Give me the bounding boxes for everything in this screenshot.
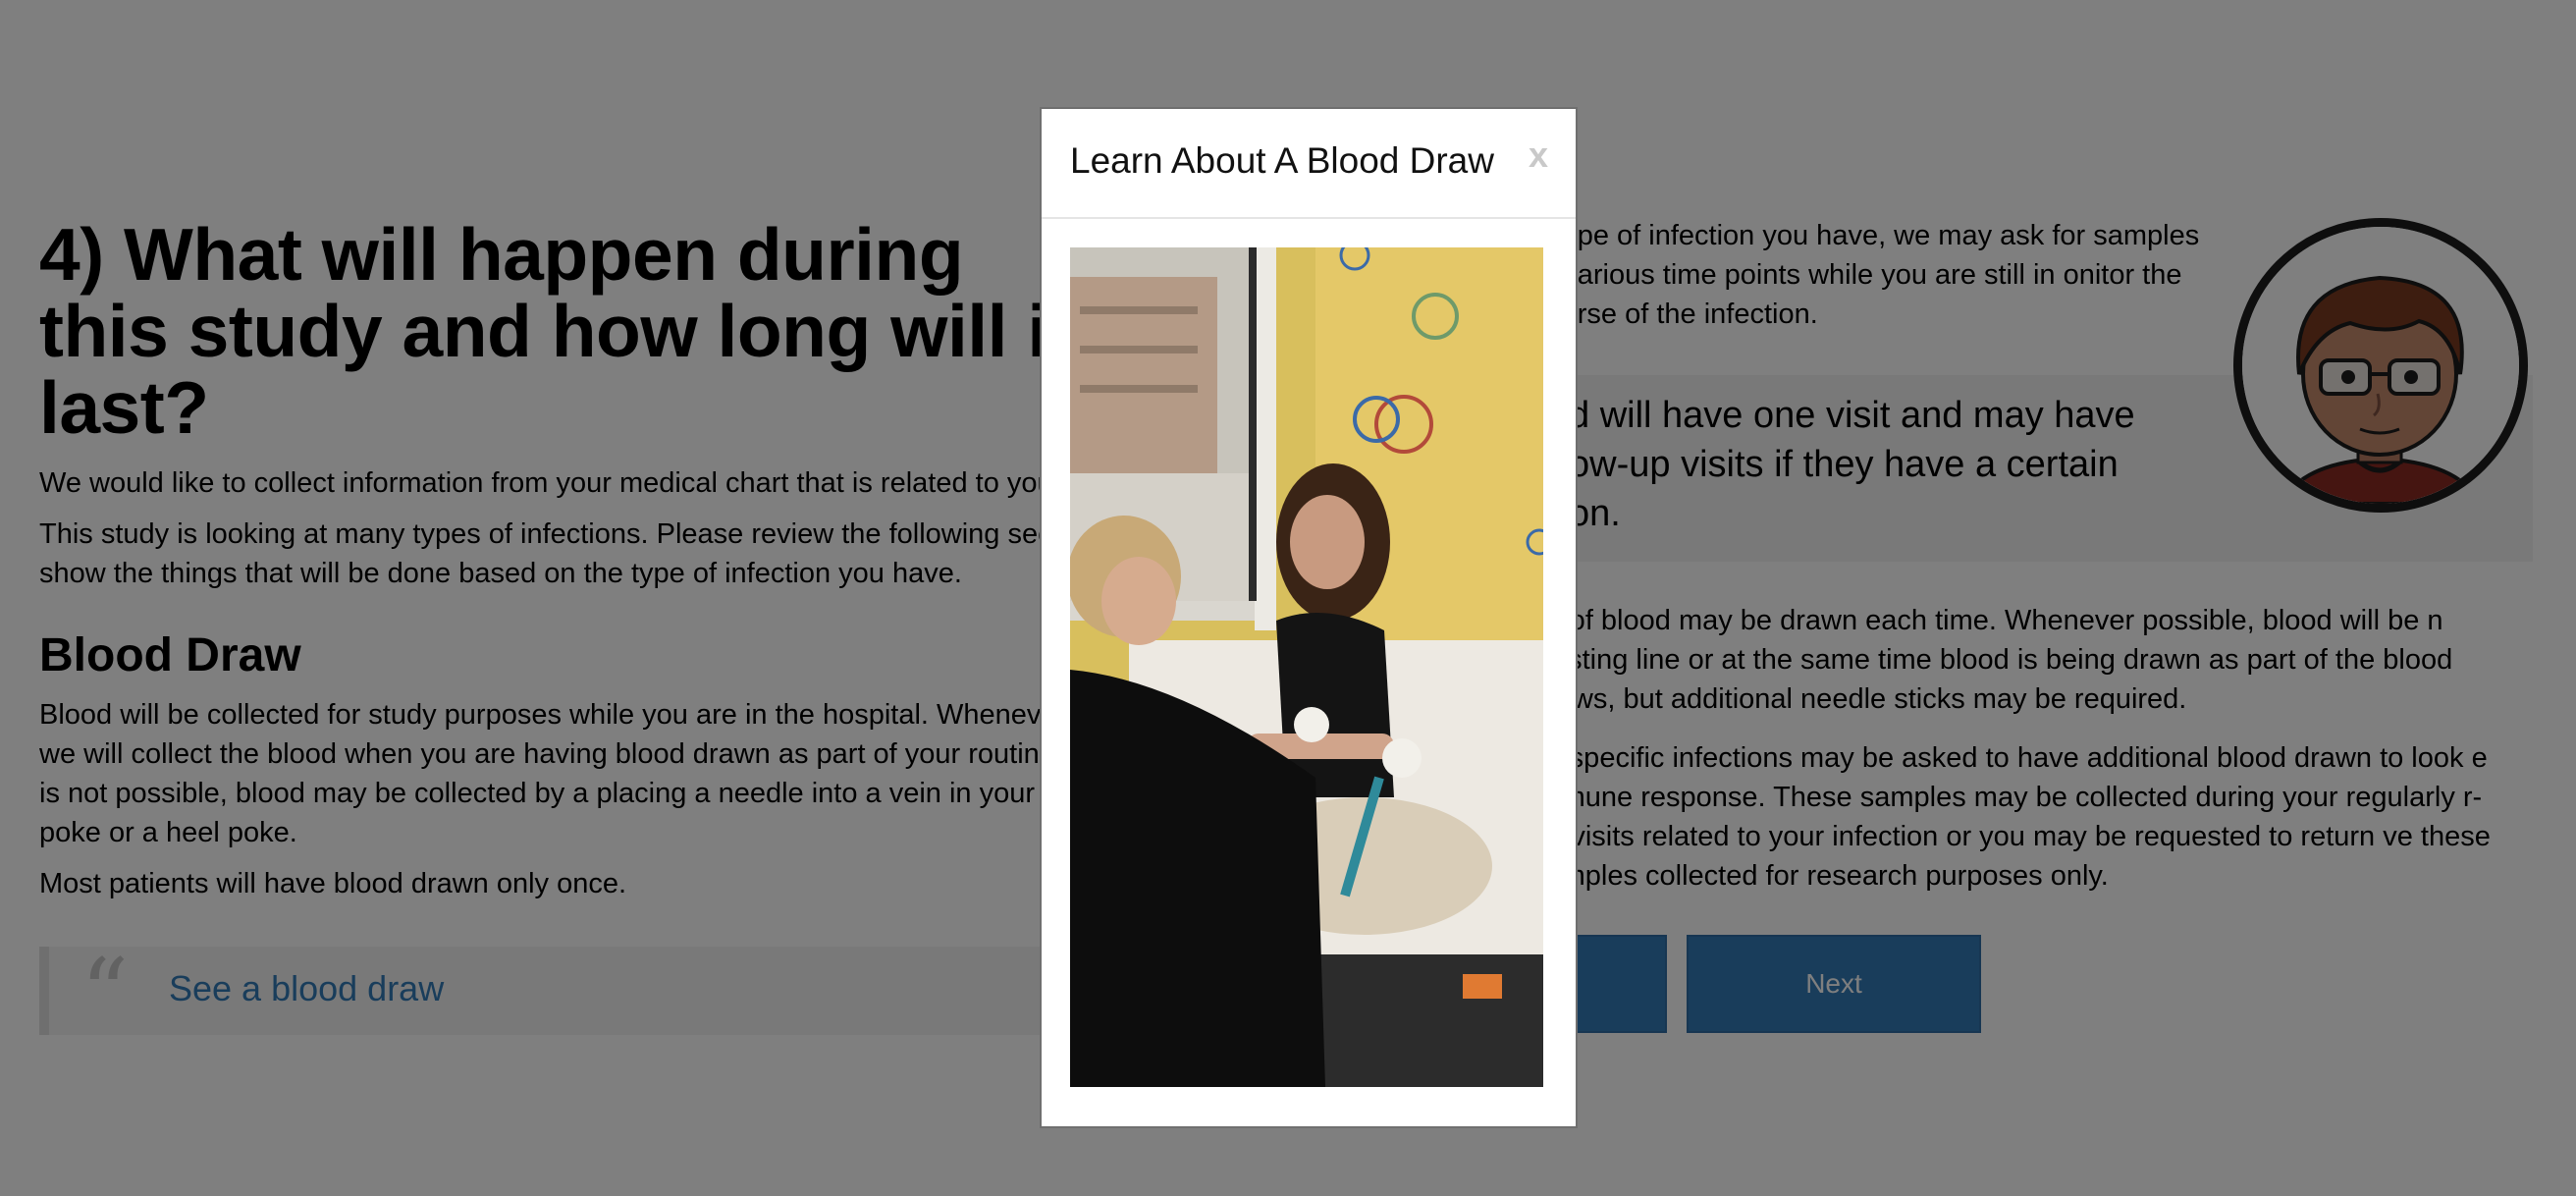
blood-draw-photo <box>1070 247 1543 1087</box>
close-icon[interactable]: x <box>1529 135 1548 176</box>
modal-body <box>1070 247 1543 1087</box>
blood-draw-modal: Learn About A Blood Draw x <box>1040 107 1578 1128</box>
modal-header: Learn About A Blood Draw x <box>1042 109 1576 219</box>
modal-title: Learn About A Blood Draw <box>1070 140 1494 181</box>
